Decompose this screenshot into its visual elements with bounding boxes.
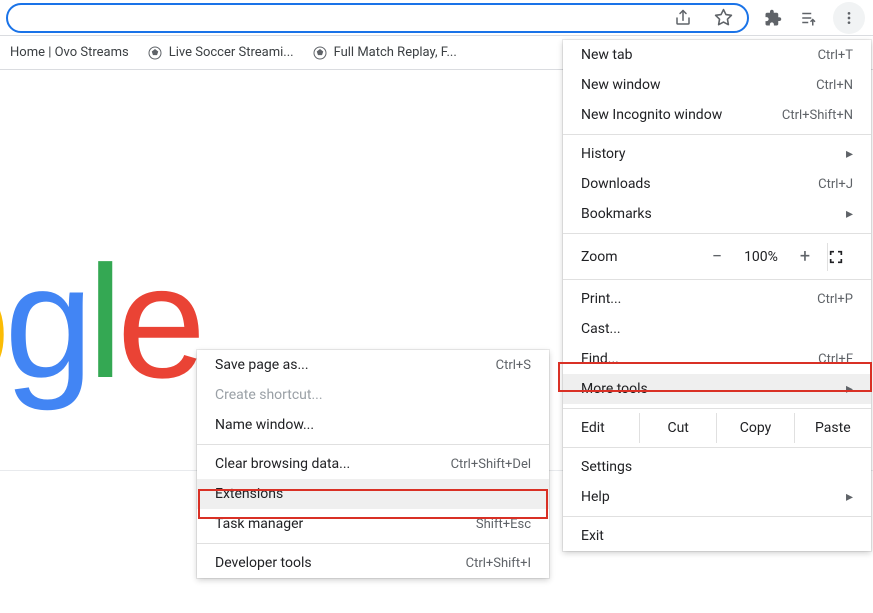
menu-label: Help bbox=[581, 489, 838, 505]
menu-label: Edit bbox=[563, 413, 639, 443]
menu-shortcut: Ctrl+Shift+N bbox=[782, 108, 853, 123]
soccer-icon bbox=[312, 45, 328, 61]
kebab-menu-icon[interactable] bbox=[833, 2, 865, 34]
bookmark-label: Live Soccer Streami... bbox=[169, 45, 294, 60]
menu-separator bbox=[563, 279, 871, 280]
menu-shortcut: Ctrl+F bbox=[818, 352, 853, 367]
star-icon[interactable] bbox=[709, 4, 737, 32]
menu-label: Extensions bbox=[215, 486, 531, 502]
menu-separator bbox=[563, 233, 871, 234]
share-icon[interactable] bbox=[669, 4, 697, 32]
zoom-in-button[interactable]: + bbox=[787, 242, 823, 271]
google-logo: Google bbox=[0, 230, 200, 414]
menu-label: New tab bbox=[581, 47, 818, 63]
chrome-main-menu: New tab Ctrl+T New window Ctrl+N New Inc… bbox=[563, 40, 871, 551]
bookmark-label: Full Match Replay, F... bbox=[334, 45, 457, 60]
extensions-puzzle-icon[interactable] bbox=[759, 4, 787, 32]
bookmark-item[interactable]: Live Soccer Streami... bbox=[147, 45, 294, 61]
menu-label: More tools bbox=[581, 381, 838, 397]
menu-history[interactable]: History ▸ bbox=[563, 139, 871, 169]
menu-settings[interactable]: Settings bbox=[563, 452, 871, 482]
chevron-right-icon: ▸ bbox=[846, 146, 853, 162]
menu-label: Find... bbox=[581, 351, 818, 367]
paste-button[interactable]: Paste bbox=[794, 413, 871, 443]
menu-create-shortcut: Create shortcut... bbox=[197, 380, 549, 410]
menu-label: Create shortcut... bbox=[215, 387, 531, 403]
menu-save-page[interactable]: Save page as... Ctrl+S bbox=[197, 350, 549, 380]
chevron-right-icon: ▸ bbox=[846, 206, 853, 222]
menu-downloads[interactable]: Downloads Ctrl+J bbox=[563, 169, 871, 199]
menu-label: History bbox=[581, 146, 838, 162]
chevron-right-icon: ▸ bbox=[846, 489, 853, 505]
menu-zoom-row: Zoom − 100% + bbox=[563, 238, 871, 275]
menu-separator bbox=[197, 444, 549, 445]
menu-print[interactable]: Print... Ctrl+P bbox=[563, 284, 871, 314]
chevron-right-icon: ▸ bbox=[846, 381, 853, 397]
menu-task-manager[interactable]: Task manager Shift+Esc bbox=[197, 509, 549, 539]
menu-separator bbox=[563, 447, 871, 448]
zoom-out-button[interactable]: − bbox=[699, 242, 735, 271]
menu-separator bbox=[197, 543, 549, 544]
menu-label: Clear browsing data... bbox=[215, 456, 451, 472]
menu-extensions[interactable]: Extensions bbox=[197, 479, 549, 509]
menu-shortcut: Ctrl+J bbox=[818, 177, 853, 192]
bookmark-item[interactable]: Home | Ovo Streams bbox=[10, 45, 129, 60]
reading-list-icon[interactable] bbox=[795, 4, 823, 32]
menu-label: Bookmarks bbox=[581, 206, 838, 222]
menu-shortcut: Shift+Esc bbox=[476, 517, 531, 532]
menu-help[interactable]: Help ▸ bbox=[563, 482, 871, 512]
menu-bookmarks[interactable]: Bookmarks ▸ bbox=[563, 199, 871, 229]
menu-label: Cast... bbox=[581, 321, 853, 337]
menu-label: New window bbox=[581, 77, 816, 93]
zoom-value: 100% bbox=[735, 249, 787, 265]
cut-button[interactable]: Cut bbox=[639, 413, 716, 443]
menu-new-tab[interactable]: New tab Ctrl+T bbox=[563, 40, 871, 70]
soccer-icon bbox=[147, 45, 163, 61]
menu-label: Task manager bbox=[215, 516, 476, 532]
menu-new-window[interactable]: New window Ctrl+N bbox=[563, 70, 871, 100]
menu-clear-browsing-data[interactable]: Clear browsing data... Ctrl+Shift+Del bbox=[197, 449, 549, 479]
menu-find[interactable]: Find... Ctrl+F bbox=[563, 344, 871, 374]
menu-label: Exit bbox=[581, 528, 853, 544]
menu-shortcut: Ctrl+Shift+I bbox=[466, 556, 531, 571]
menu-label: Downloads bbox=[581, 176, 818, 192]
menu-separator bbox=[563, 516, 871, 517]
menu-label: Save page as... bbox=[215, 357, 496, 373]
menu-label: New Incognito window bbox=[581, 107, 782, 123]
menu-label: Zoom bbox=[581, 249, 699, 265]
menu-developer-tools[interactable]: Developer tools Ctrl+Shift+I bbox=[197, 548, 549, 578]
menu-label: Developer tools bbox=[215, 555, 466, 571]
menu-label: Settings bbox=[581, 459, 853, 475]
menu-shortcut: Ctrl+S bbox=[496, 358, 531, 373]
menu-name-window[interactable]: Name window... bbox=[197, 410, 549, 440]
menu-edit-row: Edit Cut Copy Paste bbox=[563, 413, 871, 443]
menu-shortcut: Ctrl+T bbox=[818, 48, 853, 63]
address-bar bbox=[0, 0, 873, 36]
menu-label: Print... bbox=[581, 291, 817, 307]
menu-separator bbox=[563, 408, 871, 409]
menu-shortcut: Ctrl+N bbox=[816, 78, 853, 93]
omnibox[interactable] bbox=[6, 3, 749, 33]
bookmark-label: Home | Ovo Streams bbox=[10, 45, 129, 60]
bookmark-item[interactable]: Full Match Replay, F... bbox=[312, 45, 457, 61]
more-tools-submenu: Save page as... Ctrl+S Create shortcut..… bbox=[197, 350, 549, 578]
copy-button[interactable]: Copy bbox=[716, 413, 793, 443]
menu-shortcut: Ctrl+P bbox=[817, 292, 853, 307]
menu-shortcut: Ctrl+Shift+Del bbox=[451, 457, 531, 472]
menu-new-incognito[interactable]: New Incognito window Ctrl+Shift+N bbox=[563, 100, 871, 130]
menu-separator bbox=[563, 134, 871, 135]
menu-exit[interactable]: Exit bbox=[563, 521, 871, 551]
fullscreen-button[interactable] bbox=[827, 243, 871, 271]
menu-label: Name window... bbox=[215, 417, 531, 433]
menu-cast[interactable]: Cast... bbox=[563, 314, 871, 344]
menu-more-tools[interactable]: More tools ▸ bbox=[563, 374, 871, 404]
